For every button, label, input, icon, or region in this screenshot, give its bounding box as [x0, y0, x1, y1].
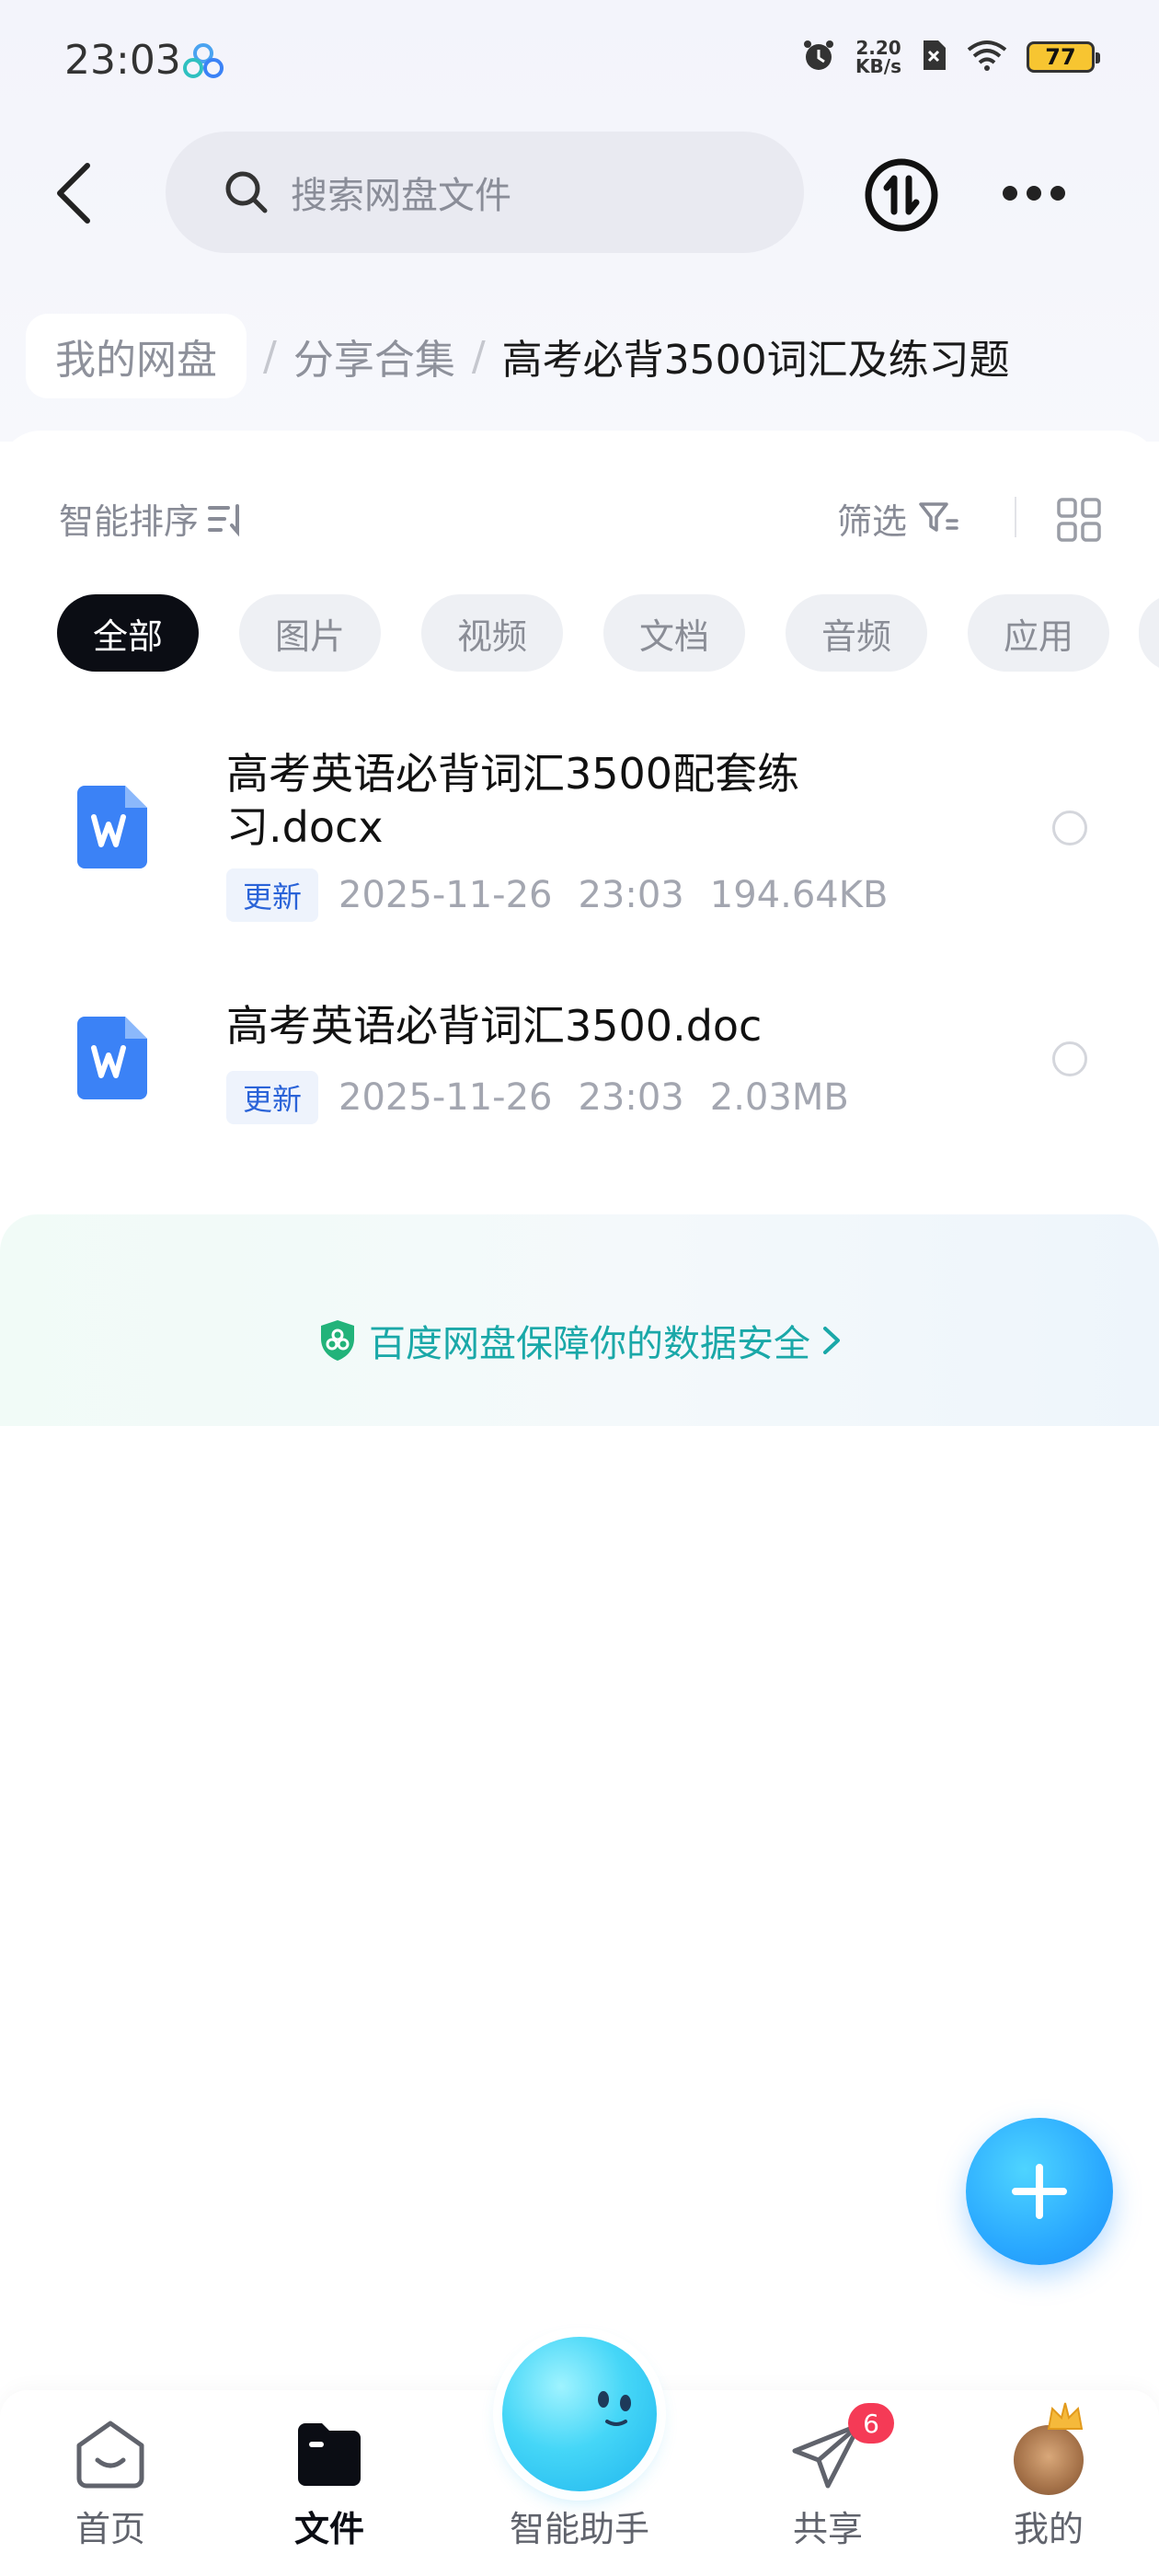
security-link[interactable]: 百度网盘保障你的数据安全: [0, 1314, 1159, 1367]
search-placeholder: 搜索网盘文件: [291, 175, 511, 217]
sort-icon: [208, 503, 240, 536]
crown-icon: [1047, 2402, 1084, 2430]
nav-share-label: 共享: [792, 2509, 863, 2549]
assistant-face-icon: [598, 2391, 631, 2426]
select-checkbox[interactable]: [1052, 811, 1087, 845]
transfer-icon: [865, 158, 938, 232]
status-time: 23:03: [64, 37, 181, 84]
file-size: 194.64KB: [709, 874, 889, 916]
file-meta: 更新 2025-11-26 23:03 194.64KB: [226, 868, 913, 922]
nav-home-label: 首页: [75, 2509, 145, 2549]
file-size: 2.03MB: [709, 1076, 849, 1119]
update-badge: 更新: [226, 868, 319, 922]
sort-button[interactable]: 智能排序: [59, 493, 247, 544]
file-time: 23:03: [578, 1076, 684, 1119]
back-button[interactable]: [40, 156, 105, 230]
shield-icon: [321, 1320, 354, 1361]
category-tabs: 全部 图片 视频 文档 音频 应用: [57, 594, 1109, 672]
add-button[interactable]: [966, 2118, 1113, 2265]
home-icon: [76, 2421, 144, 2489]
wifi-icon: [966, 39, 1008, 75]
sort-label: 智能排序: [59, 501, 200, 542]
status-bar: 23:03 2.20 KB/s 77: [0, 0, 1159, 125]
share-badge: 6: [848, 2403, 894, 2444]
battery-icon: 77: [1027, 41, 1100, 73]
folder-icon: [298, 2423, 361, 2486]
tab-all[interactable]: 全部: [57, 594, 199, 672]
file-date: 2025-11-26: [339, 874, 553, 916]
file-name: 高考英语必背词汇3500.doc: [226, 1001, 763, 1051]
tab-videos[interactable]: 视频: [421, 594, 563, 672]
list-item[interactable]: 高考英语必背词汇3500配套练习.docx 更新 2025-11-26 23:0…: [0, 736, 1159, 938]
breadcrumb-share-collection[interactable]: 分享合集: [293, 327, 455, 385]
file-date: 2025-11-26: [339, 1076, 553, 1119]
search-icon: [225, 171, 268, 213]
search-input[interactable]: 搜索网盘文件: [166, 132, 804, 253]
alarm-icon: [800, 37, 837, 77]
breadcrumb: 我的网盘 / 分享合集 / 高考必背3500词汇及练习题: [26, 314, 1010, 398]
network-speed: 2.20 KB/s: [855, 37, 901, 77]
filter-button[interactable]: 筛选: [837, 493, 960, 544]
nav-files-label: 文件: [293, 2509, 364, 2549]
nav-assistant-label: 智能助手: [509, 2509, 649, 2549]
word-file-icon: [77, 1017, 147, 1099]
back-icon: [57, 163, 90, 224]
assistant-orb[interactable]: [502, 2337, 657, 2491]
grid-view-icon: [1057, 498, 1101, 542]
transfer-button[interactable]: [863, 156, 940, 234]
more-button[interactable]: [1003, 175, 1069, 212]
list-item[interactable]: 高考英语必背词汇3500.doc 更新 2025-11-26 23:03 2.0…: [0, 994, 1159, 1159]
chevron-right-icon: [823, 1327, 840, 1354]
breadcrumb-root[interactable]: 我的网盘: [26, 314, 247, 398]
nav-me-label: 我的: [1013, 2509, 1084, 2549]
plus-icon: [1012, 2164, 1067, 2219]
breadcrumb-separator: /: [263, 332, 277, 380]
tab-documents[interactable]: 文档: [603, 594, 745, 672]
filter-icon: [919, 501, 958, 532]
word-file-icon: [77, 786, 147, 868]
tab-apps[interactable]: 应用: [968, 594, 1109, 672]
toolbar-divider: [1015, 497, 1016, 537]
breadcrumb-current: 高考必背3500词汇及练习题: [501, 337, 1010, 384]
file-time: 23:03: [578, 874, 684, 916]
security-text: 百度网盘保障你的数据安全: [369, 1323, 810, 1365]
file-name: 高考英语必背词汇3500配套练习.docx: [226, 749, 800, 852]
tab-images[interactable]: 图片: [239, 594, 381, 672]
more-icon: [1003, 186, 1017, 201]
breadcrumb-separator: /: [471, 332, 486, 380]
file-meta: 更新 2025-11-26 23:03 2.03MB: [226, 1071, 875, 1124]
status-icons: 2.20 KB/s 77: [800, 37, 1100, 77]
baidu-netdisk-icon: [182, 42, 224, 83]
avatar[interactable]: [1014, 2425, 1084, 2495]
select-checkbox[interactable]: [1052, 1041, 1087, 1076]
tab-audio[interactable]: 音频: [786, 594, 927, 672]
filter-label: 筛选: [837, 501, 908, 542]
update-badge: 更新: [226, 1071, 319, 1124]
sim-disabled-icon: [920, 39, 947, 75]
grid-view-button[interactable]: [1056, 497, 1102, 543]
